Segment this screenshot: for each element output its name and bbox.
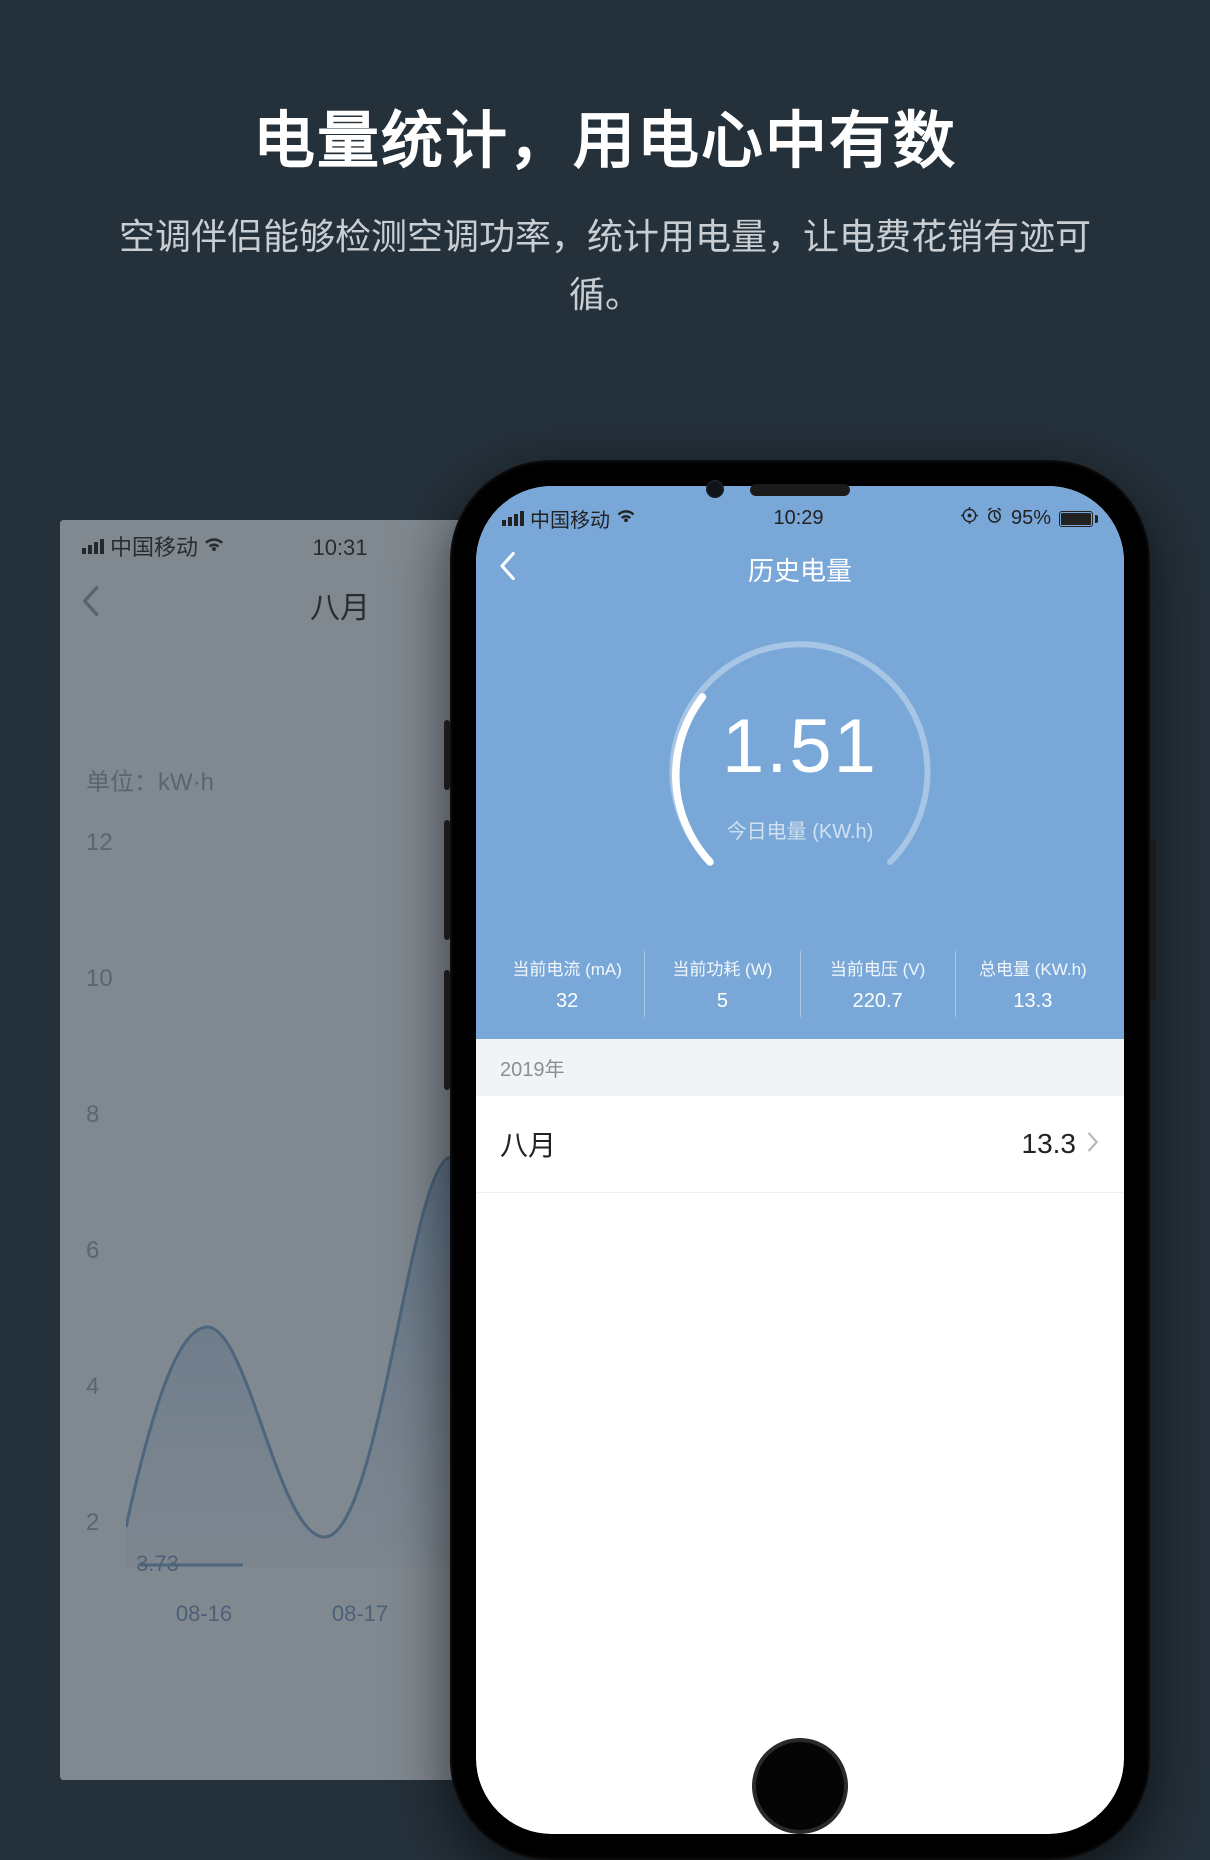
carrier-label: 中国移动 [530,504,610,533]
stat-value: 32 [490,990,644,1013]
chevron-right-icon [1086,1129,1100,1160]
ytick: 10 [86,965,113,993]
status-time: 10:31 [312,535,367,561]
carrier-label: 中国移动 [110,530,198,562]
energy-gauge: 1.51 今日电量 (KW.h) [635,607,965,907]
ytick: 12 [86,829,113,857]
stat-label: 总电量 (KW.h) [956,955,1110,980]
ytick: 6 [86,1237,99,1265]
ytick: 2 [86,1509,99,1537]
gauge-value: 1.51 [635,703,965,790]
stat-power: 当前功耗 (W) 5 [645,951,800,1017]
hero-subtitle: 空调伴侣能够检测空调功率，统计用电量，让电费花销有迹可循。 [0,208,1210,323]
back-button[interactable] [498,551,516,588]
status-time: 10:29 [773,507,823,530]
stat-value: 5 [645,990,799,1013]
xtick: 08-16 [176,1601,232,1627]
month-row-august[interactable]: 八月 13.3 [476,1096,1124,1193]
stat-value: 13.3 [956,990,1110,1013]
gauge-label: 今日电量 (KW.h) [635,815,965,844]
year-section-header: 2019年 [476,1039,1124,1096]
phone-screen: 中国移动 10:29 95% [476,486,1124,1834]
location-icon [961,507,978,530]
phone-frame: 中国移动 10:29 95% [450,460,1150,1860]
hero-title: 电量统计，用电心中有数 [0,0,1210,180]
month-label: 八月 [500,1124,556,1164]
back-icon[interactable] [80,585,100,625]
nav-title: 八月 [310,583,370,627]
xtick: 08-17 [332,1601,388,1627]
signal-icon [82,539,104,554]
ytick: 8 [86,1101,99,1129]
stat-value: 220.7 [801,990,955,1013]
phone-speaker [750,484,850,496]
nav-title: 历史电量 [748,551,852,588]
wifi-icon [616,507,636,530]
signal-icon [502,511,524,526]
stat-voltage: 当前电压 (V) 220.7 [801,951,956,1017]
ytick: 4 [86,1373,99,1401]
battery-icon [1059,511,1098,527]
stat-label: 当前电压 (V) [801,955,955,980]
wifi-icon [204,533,224,559]
month-value: 13.3 [1022,1128,1077,1160]
home-button[interactable] [752,1738,848,1834]
alarm-icon [986,507,1003,530]
nav-bar: 历史电量 [476,537,1124,601]
battery-percent: 95% [1011,507,1051,530]
stat-current: 当前电流 (mA) 32 [490,951,645,1017]
stat-label: 当前电流 (mA) [490,955,644,980]
stat-label: 当前功耗 (W) [645,955,799,980]
phone-camera [706,480,724,498]
stat-total: 总电量 (KW.h) 13.3 [956,951,1110,1017]
stats-row: 当前电流 (mA) 32 当前功耗 (W) 5 当前电压 (V) 220.7 总… [490,951,1110,1017]
chart-point-label: 3.73 [136,1551,179,1577]
